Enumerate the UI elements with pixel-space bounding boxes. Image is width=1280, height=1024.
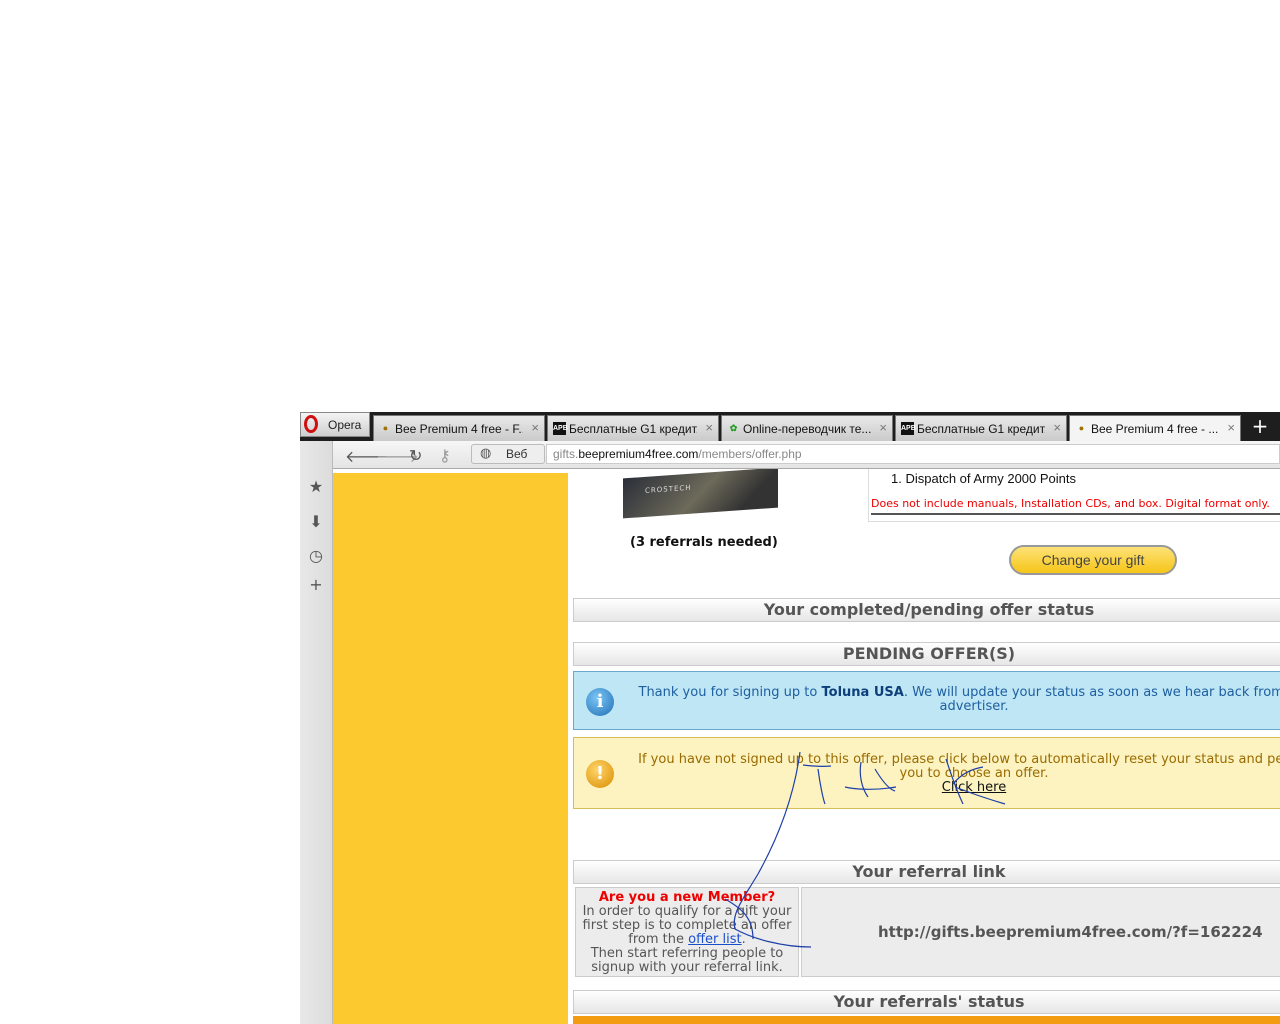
close-icon[interactable]: × xyxy=(705,420,713,435)
web-search-button[interactable]: ◍ Веб xyxy=(471,444,545,464)
gift-item-text: Dispatch of Army 2000 Points xyxy=(905,471,1076,486)
offer-status-header: Your completed/pending offer status xyxy=(573,598,1280,622)
web-search-label: Веб xyxy=(506,447,528,461)
reload-icon[interactable]: ↻ xyxy=(409,446,422,465)
globe-icon: ◍ xyxy=(480,446,492,461)
new-member-period: . xyxy=(741,932,746,947)
key-icon[interactable]: ⚷ xyxy=(439,446,451,465)
tab-title: Bee Premium 4 free - ...... xyxy=(1091,422,1219,436)
apb-icon: APB xyxy=(553,422,568,435)
new-member-info: Are you a new Member? In order to qualif… xyxy=(575,887,799,977)
referrals-needed-label: (3 referrals needed) xyxy=(630,535,778,550)
tab-bee-premium-active[interactable]: ● Bee Premium 4 free - ...... × xyxy=(1069,415,1241,441)
tab-title: Online-переводчик те... xyxy=(743,422,871,436)
close-icon[interactable]: × xyxy=(1053,420,1061,435)
gift-note: Does not include manuals, Installation C… xyxy=(871,497,1270,510)
gift-item-number: 1. xyxy=(891,471,902,486)
translate-icon: ✿ xyxy=(729,423,738,433)
gift-item: 1. Dispatch of Army 2000 Points xyxy=(891,471,1076,486)
change-gift-button[interactable]: Change your gift xyxy=(1009,545,1177,575)
close-icon[interactable]: × xyxy=(531,420,539,435)
tab-bar: Opera ● Bee Premium 4 free - F... × APB … xyxy=(300,412,1280,441)
click-here-link[interactable]: Click here xyxy=(942,780,1006,795)
tab-online-translator[interactable]: ✿ Online-переводчик те... × xyxy=(721,415,893,441)
tab-g1-credits-2[interactable]: APB Бесплатные G1 кредит... × xyxy=(895,415,1067,441)
url-prefix: gifts. xyxy=(553,447,579,461)
opera-menu-label: Opera xyxy=(328,418,362,432)
info-text-suffix: . We will update your status as soon as … xyxy=(903,685,1280,714)
bookmarks-star-icon[interactable]: ★ xyxy=(307,477,325,496)
url-host: beepremium4free.com xyxy=(578,447,699,461)
warning-icon: ! xyxy=(586,760,614,788)
new-member-instructions: In order to qualify for a gift your firs… xyxy=(582,904,792,947)
bee-icon: ● xyxy=(1078,423,1085,433)
gift-details: 1. Dispatch of Army 2000 Points Does not… xyxy=(868,469,1280,522)
info-text: Thank you for signing up to Toluna USA. … xyxy=(634,686,1280,714)
referral-link-header: Your referral link xyxy=(573,860,1280,884)
referrals-status-header: Your referrals' status xyxy=(573,990,1280,1014)
new-member-referral-instructions: Then start referring people to signup wi… xyxy=(590,946,784,975)
page-content: CROSTECH (3 referrals needed) 1. Dispatc… xyxy=(568,469,1280,1024)
new-member-question: Are you a new Member? xyxy=(598,890,776,905)
tab-title: Бесплатные G1 кредит... xyxy=(917,422,1045,436)
warning-text: If you have not signed up to this offer,… xyxy=(629,753,1280,795)
opera-logo-icon xyxy=(304,415,318,433)
pending-offers-header: PENDING OFFER(S) xyxy=(573,642,1280,666)
browser-window: Opera ● Bee Premium 4 free - F... × APB … xyxy=(300,412,1280,1024)
divider xyxy=(871,513,1280,515)
tab-title: Бесплатные G1 кредит... xyxy=(569,422,697,436)
offer-name: Toluna USA xyxy=(821,685,904,700)
tab-bee-premium-1[interactable]: ● Bee Premium 4 free - F... × xyxy=(373,415,545,441)
opera-menu-button[interactable]: Opera xyxy=(300,412,370,437)
offer-list-link[interactable]: offer list xyxy=(688,932,741,947)
info-message: i Thank you for signing up to Toluna USA… xyxy=(573,671,1280,730)
url-path: /members/offer.php xyxy=(698,447,802,461)
url-field[interactable]: gifts.beepremium4free.com/members/offer.… xyxy=(546,444,1280,464)
bee-icon: ● xyxy=(382,423,389,433)
history-clock-icon[interactable]: ◷ xyxy=(307,546,325,565)
add-panel-icon[interactable]: + xyxy=(307,575,325,594)
tab-title: Bee Premium 4 free - F... xyxy=(395,422,523,436)
address-bar: 🡐 🡒 ↻ ⚷ ◍ Веб gifts.beepremium4free.com/… xyxy=(333,441,1280,469)
referral-url[interactable]: http://gifts.beepremium4free.com/?f=1622… xyxy=(878,923,1263,941)
warning-body: If you have not signed up to this offer,… xyxy=(638,752,1280,781)
web-page: CROSTECH (3 referrals needed) 1. Dispatc… xyxy=(333,469,1280,1024)
side-panel: ★ ⬇ ◷ + xyxy=(300,441,333,1024)
info-text-prefix: Thank you for signing up to xyxy=(638,685,822,700)
warning-message: ! If you have not signed up to this offe… xyxy=(573,737,1280,809)
referral-link-box: http://gifts.beepremium4free.com/?f=1622… xyxy=(801,887,1280,977)
gift-image: CROSTECH xyxy=(623,469,778,519)
apb-icon: APB xyxy=(901,422,916,435)
left-yellow-column xyxy=(333,473,568,1024)
referrals-status-bar xyxy=(573,1016,1280,1024)
downloads-icon[interactable]: ⬇ xyxy=(307,512,325,531)
close-icon[interactable]: × xyxy=(879,420,887,435)
tab-g1-credits-1[interactable]: APB Бесплатные G1 кредит... × xyxy=(547,415,719,441)
new-tab-button[interactable]: + xyxy=(1245,413,1275,439)
close-icon[interactable]: × xyxy=(1227,420,1235,435)
gift-image-caption: CROSTECH xyxy=(645,483,692,495)
info-icon: i xyxy=(586,688,614,716)
